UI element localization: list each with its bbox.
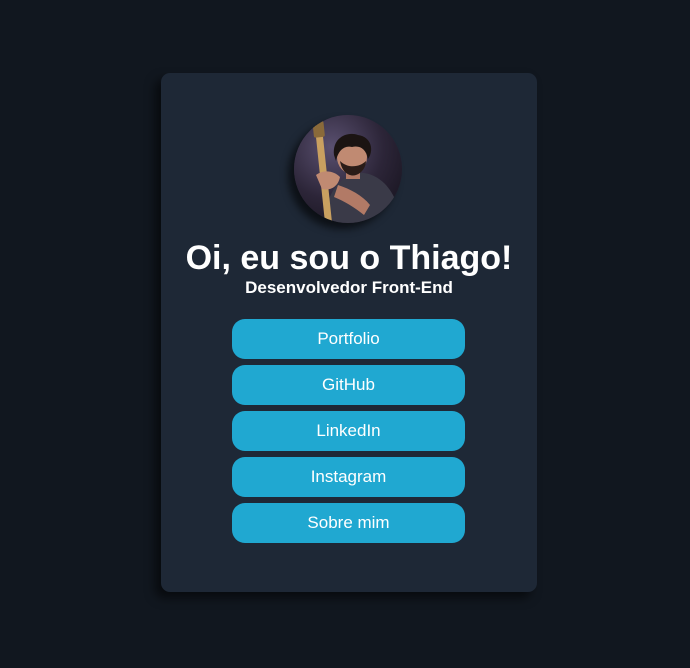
profile-card: Oi, eu sou o Thiago! Desenvolvedor Front… [161,73,537,592]
role-subtitle: Desenvolvedor Front-End [245,278,453,297]
github-button[interactable]: GitHub [232,365,465,405]
about-me-button[interactable]: Sobre mim [232,503,465,543]
instagram-button[interactable]: Instagram [232,457,465,497]
profile-photo-icon [294,115,402,223]
portfolio-button[interactable]: Portfolio [232,319,465,359]
linkedin-button[interactable]: LinkedIn [232,411,465,451]
avatar [294,115,402,223]
page-title: Oi, eu sou o Thiago! [185,239,513,277]
link-list: Portfolio GitHub LinkedIn Instagram Sobr… [232,319,465,549]
